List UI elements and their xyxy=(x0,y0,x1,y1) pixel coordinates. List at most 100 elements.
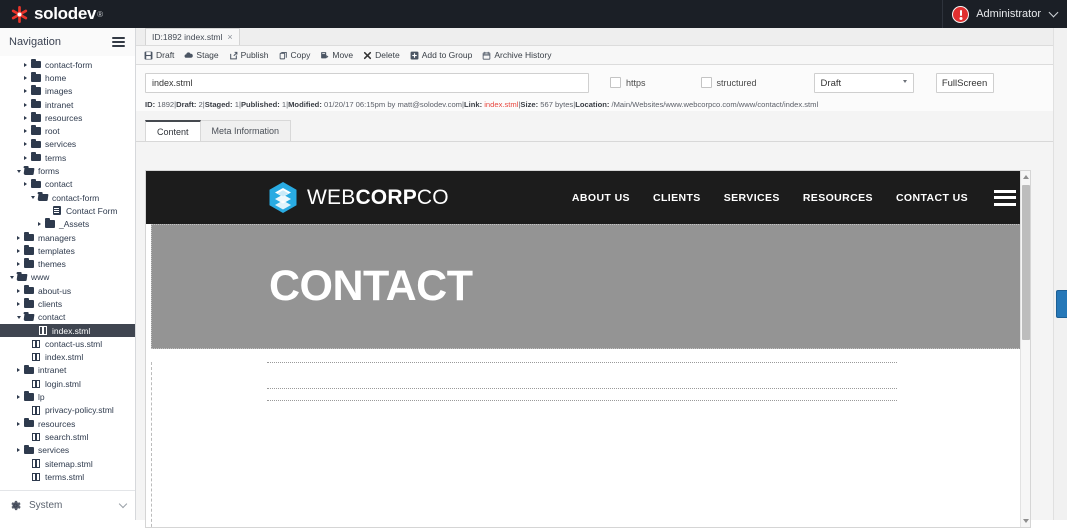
toolbar-archive-history-button[interactable]: Archive History xyxy=(482,50,551,60)
tree-item-images[interactable]: images xyxy=(0,85,135,98)
tree-item-clients[interactable]: clients xyxy=(0,297,135,310)
expand-arrow-icon[interactable] xyxy=(21,155,30,160)
tree-item-contact-form[interactable]: Contact Form xyxy=(0,204,135,217)
status-select-wrapper[interactable]: Draft xyxy=(813,73,914,93)
tree-item-intranet[interactable]: intranet xyxy=(0,364,135,377)
hamburger-menu-icon[interactable] xyxy=(994,189,1016,206)
filename-input[interactable] xyxy=(145,73,589,93)
structured-checkbox-group[interactable]: structured xyxy=(700,77,757,88)
meta-link-value[interactable]: index.stml xyxy=(484,100,518,109)
tree-item-contact-us-stml[interactable]: contact-us.stml xyxy=(0,337,135,350)
tree-item-index-stml[interactable]: index.stml xyxy=(0,323,135,338)
expand-arrow-icon[interactable] xyxy=(14,448,23,453)
site-navigation[interactable]: ABOUT US CLIENTS SERVICES RESOURCES CONTACT … xyxy=(572,192,968,204)
tree-item-root[interactable]: root xyxy=(0,124,135,137)
tree-item-lp[interactable]: lp xyxy=(0,390,135,403)
tree-item-intranet[interactable]: intranet xyxy=(0,98,135,111)
empty-region[interactable] xyxy=(267,400,897,401)
status-select[interactable]: Draft xyxy=(813,73,914,93)
expand-arrow-icon[interactable] xyxy=(21,129,30,134)
action-toolbar[interactable]: Draft Stage Publish Copy Move Delete Add to Gr… xyxy=(136,46,1067,65)
scrollbar-thumb[interactable] xyxy=(1022,185,1030,340)
expand-arrow-icon[interactable] xyxy=(14,395,23,400)
expand-arrow-icon[interactable] xyxy=(14,421,23,426)
expand-arrow-icon[interactable] xyxy=(21,142,30,147)
close-icon[interactable]: × xyxy=(227,32,232,42)
collapse-arrow-icon[interactable] xyxy=(7,275,16,279)
tree-item-terms[interactable]: terms xyxy=(0,151,135,164)
expand-arrow-icon[interactable] xyxy=(21,182,30,187)
content-tab-strip[interactable]: Content Meta Information xyxy=(136,120,1067,142)
tree-item-terms-stml[interactable]: terms.stml xyxy=(0,470,135,483)
expand-arrow-icon[interactable] xyxy=(21,89,30,94)
expand-arrow-icon[interactable] xyxy=(14,368,23,373)
fullscreen-button[interactable]: FullScreen xyxy=(935,73,994,93)
site-nav-about-us[interactable]: ABOUT US xyxy=(572,192,630,204)
expand-arrow-icon[interactable] xyxy=(35,222,44,227)
structured-checkbox[interactable] xyxy=(700,77,712,88)
tree-item-contact[interactable]: contact xyxy=(0,178,135,191)
site-nav-resources[interactable]: RESOURCES xyxy=(803,192,873,204)
empty-region[interactable] xyxy=(267,362,897,363)
toolbar-publish-button[interactable]: Publish xyxy=(229,50,269,60)
collapse-arrow-icon[interactable] xyxy=(14,169,23,173)
toolbar-copy-button[interactable]: Copy xyxy=(279,50,310,60)
tree-item-home[interactable]: home xyxy=(0,71,135,84)
preview-scrollbar[interactable] xyxy=(1020,171,1030,527)
tree-item-templates[interactable]: templates xyxy=(0,244,135,257)
panel-toggle-handle[interactable] xyxy=(1056,290,1067,318)
toolbar-stage-button[interactable]: Stage xyxy=(184,50,219,60)
collapse-arrow-icon[interactable] xyxy=(28,196,37,200)
toolbar-move-button[interactable]: Move xyxy=(320,50,353,60)
tree-item-about-us[interactable]: about-us xyxy=(0,284,135,297)
tree-item-www[interactable]: www xyxy=(0,271,135,284)
scroll-up-icon[interactable] xyxy=(1023,175,1029,179)
https-checkbox[interactable] xyxy=(610,77,621,88)
expand-arrow-icon[interactable] xyxy=(21,75,30,80)
tree-item-services[interactable]: services xyxy=(0,444,135,457)
tree-item-contact[interactable]: contact xyxy=(0,311,135,324)
user-menu[interactable]: Administrator xyxy=(943,0,1067,28)
collapse-arrow-icon[interactable] xyxy=(14,315,23,319)
toolbar-add-to-group-button[interactable]: Add to Group xyxy=(410,50,472,60)
site-nav-contact-us[interactable]: CONTACT US xyxy=(896,192,968,204)
tree-item-contact-form[interactable]: contact-form xyxy=(0,58,135,71)
tab-meta-information[interactable]: Meta Information xyxy=(199,120,292,141)
expand-arrow-icon[interactable] xyxy=(21,62,30,67)
expand-arrow-icon[interactable] xyxy=(21,115,30,120)
empty-region[interactable] xyxy=(267,388,897,389)
tab-content[interactable]: Content xyxy=(145,120,201,141)
tree-item-login-stml[interactable]: login.stml xyxy=(0,377,135,390)
tree-item-themes[interactable]: themes xyxy=(0,257,135,270)
tree-item--assets[interactable]: _Assets xyxy=(0,218,135,231)
tree-item-resources[interactable]: resources xyxy=(0,111,135,124)
tree-item-privacy-policy-stml[interactable]: privacy-policy.stml xyxy=(0,404,135,417)
tree-item-managers[interactable]: managers xyxy=(0,231,135,244)
tree-item-index-stml[interactable]: index.stml xyxy=(0,351,135,364)
expand-arrow-icon[interactable] xyxy=(21,102,30,107)
sidebar-item-system[interactable]: System xyxy=(0,490,135,520)
expand-arrow-icon[interactable] xyxy=(14,248,23,253)
expand-arrow-icon[interactable] xyxy=(14,262,23,267)
document-tab[interactable]: ID:1892 index.stml × xyxy=(145,28,240,45)
tree-item-contact-form[interactable]: contact-form xyxy=(0,191,135,204)
file-tree[interactable]: contact-form home images intranet resources r… xyxy=(0,56,135,489)
toolbar-delete-button[interactable]: Delete xyxy=(363,50,400,60)
tree-item-services[interactable]: services xyxy=(0,138,135,151)
toolbar-draft-button[interactable]: Draft xyxy=(144,50,174,60)
hamburger-menu-icon[interactable] xyxy=(112,37,125,47)
brand-logo[interactable]: solodev ® xyxy=(0,4,103,24)
tree-item-search-stml[interactable]: search.stml xyxy=(0,430,135,443)
tree-item-forms[interactable]: forms xyxy=(0,164,135,177)
https-checkbox-group[interactable]: https xyxy=(610,77,646,88)
site-nav-services[interactable]: SERVICES xyxy=(724,192,780,204)
site-header: WEBCORPCO ABOUT US CLIENTS SERVICES RESOURC… xyxy=(146,171,1030,224)
expand-arrow-icon[interactable] xyxy=(14,301,23,306)
expand-arrow-icon[interactable] xyxy=(14,288,23,293)
expand-arrow-icon[interactable] xyxy=(14,235,23,240)
tree-item-resources[interactable]: resources xyxy=(0,417,135,430)
site-logo[interactable]: WEBCORPCO xyxy=(268,181,449,214)
tree-item-sitemap-stml[interactable]: sitemap.stml xyxy=(0,457,135,470)
content-editable-regions[interactable] xyxy=(151,362,1025,527)
site-nav-clients[interactable]: CLIENTS xyxy=(653,192,701,204)
